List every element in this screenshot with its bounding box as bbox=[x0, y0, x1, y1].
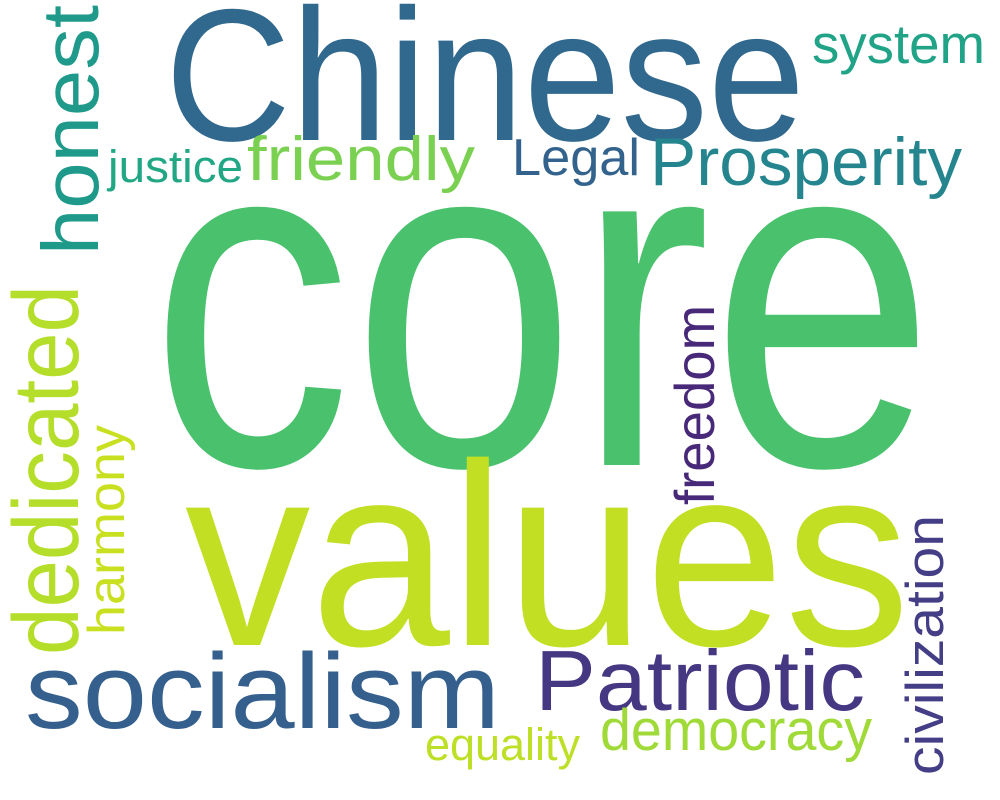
word-democracy: democracy bbox=[600, 698, 872, 763]
word-equality: equality bbox=[425, 719, 580, 770]
word-cloud: Chinese system honest justice friendly L… bbox=[0, 0, 985, 775]
word-freedom: freedom bbox=[663, 305, 726, 505]
word-harmony: harmony bbox=[78, 425, 136, 635]
word-civilization: civilization bbox=[896, 515, 955, 775]
word-honest: honest bbox=[26, 5, 115, 255]
